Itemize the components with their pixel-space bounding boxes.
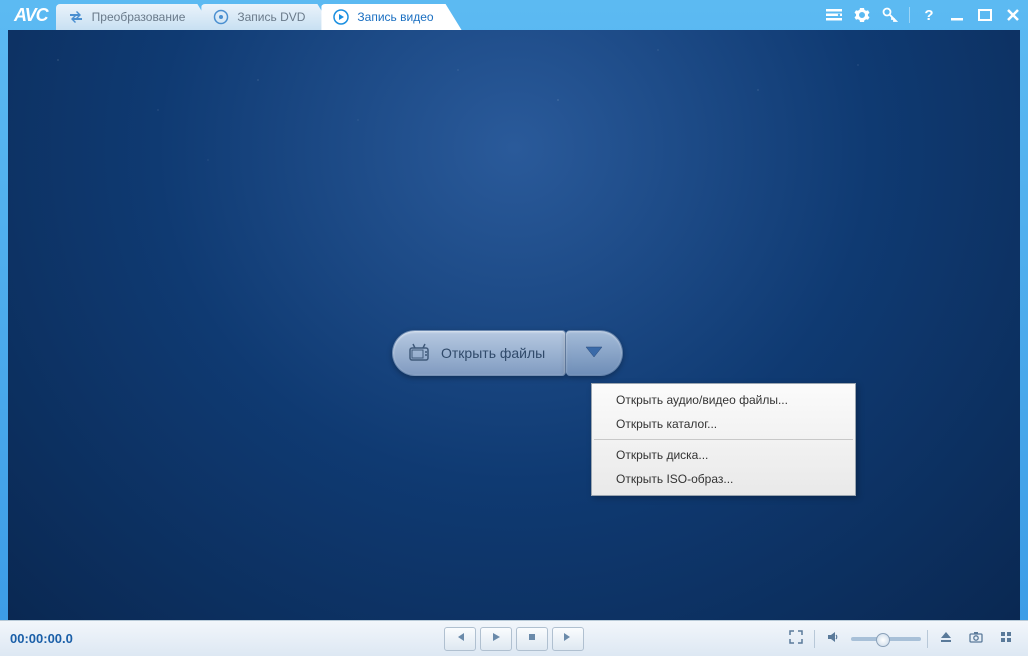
camera-icon [969, 630, 983, 647]
separator [814, 630, 815, 648]
minimize-icon[interactable] [948, 6, 966, 24]
tab-label: Запись видео [357, 10, 433, 24]
fullscreen-icon [789, 630, 803, 647]
open-files-dropdown-toggle[interactable] [566, 330, 623, 376]
chevron-down-icon [584, 344, 604, 363]
bottom-bar: 00:00:00.0 [0, 620, 1028, 656]
key-icon[interactable] [881, 6, 899, 24]
volume-slider[interactable] [851, 637, 921, 641]
menu-open-iso[interactable]: Открыть ISO-образ... [592, 467, 855, 491]
window-controls: ? [825, 6, 1022, 24]
main-area: Открыть файлы Открыть аудио/видео файлы.… [8, 30, 1020, 620]
stop-icon [526, 631, 538, 646]
speaker-icon [826, 630, 840, 647]
open-files-label: Открыть файлы [441, 345, 545, 361]
open-dropdown-menu: Открыть аудио/видео файлы... Открыть кат… [591, 383, 856, 496]
stop-button[interactable] [516, 627, 548, 651]
menu-open-folder[interactable]: Открыть каталог... [592, 412, 855, 436]
tab-label: Запись DVD [237, 10, 305, 24]
separator [927, 630, 928, 648]
menu-open-disc[interactable]: Открыть диска... [592, 443, 855, 467]
skip-forward-icon [562, 631, 574, 646]
eject-icon [939, 630, 953, 647]
eject-button[interactable] [934, 628, 958, 650]
tab-record[interactable]: Запись видео [321, 4, 461, 30]
menu-separator [594, 439, 853, 440]
tab-dvd[interactable]: Запись DVD [201, 4, 333, 30]
play-button[interactable] [480, 627, 512, 651]
maximize-icon[interactable] [976, 6, 994, 24]
gear-icon[interactable] [853, 6, 871, 24]
playback-controls [444, 627, 584, 651]
titlebar: AVC Преобразование Запись DVD Запись вид… [0, 0, 1028, 30]
open-files-button[interactable]: Открыть файлы [392, 330, 566, 376]
tabs: Преобразование Запись DVD Запись видео [56, 4, 825, 30]
help-icon[interactable]: ? [920, 6, 938, 24]
separator [909, 7, 910, 23]
open-files-splitbutton: Открыть файлы [392, 330, 623, 376]
app-logo: AVC [6, 5, 56, 26]
menu-open-av-files[interactable]: Открыть аудио/видео файлы... [592, 388, 855, 412]
close-icon[interactable] [1004, 6, 1022, 24]
play-circle-icon [333, 9, 349, 25]
right-controls [784, 628, 1018, 650]
tab-convert[interactable]: Преобразование [56, 4, 214, 30]
play-icon [490, 631, 502, 646]
fullscreen-button[interactable] [784, 628, 808, 650]
app-window: AVC Преобразование Запись DVD Запись вид… [0, 0, 1028, 656]
convert-icon [68, 9, 84, 25]
tab-label: Преобразование [92, 10, 186, 24]
grid-icon [999, 630, 1013, 647]
tv-icon [407, 341, 431, 365]
skip-back-icon [454, 631, 466, 646]
menu-icon[interactable] [825, 6, 843, 24]
background-stars [8, 30, 1020, 620]
grid-button[interactable] [994, 628, 1018, 650]
snapshot-button[interactable] [964, 628, 988, 650]
disc-icon [213, 9, 229, 25]
prev-button[interactable] [444, 627, 476, 651]
next-button[interactable] [552, 627, 584, 651]
timecode: 00:00:00.0 [10, 631, 73, 646]
volume-button[interactable] [821, 628, 845, 650]
